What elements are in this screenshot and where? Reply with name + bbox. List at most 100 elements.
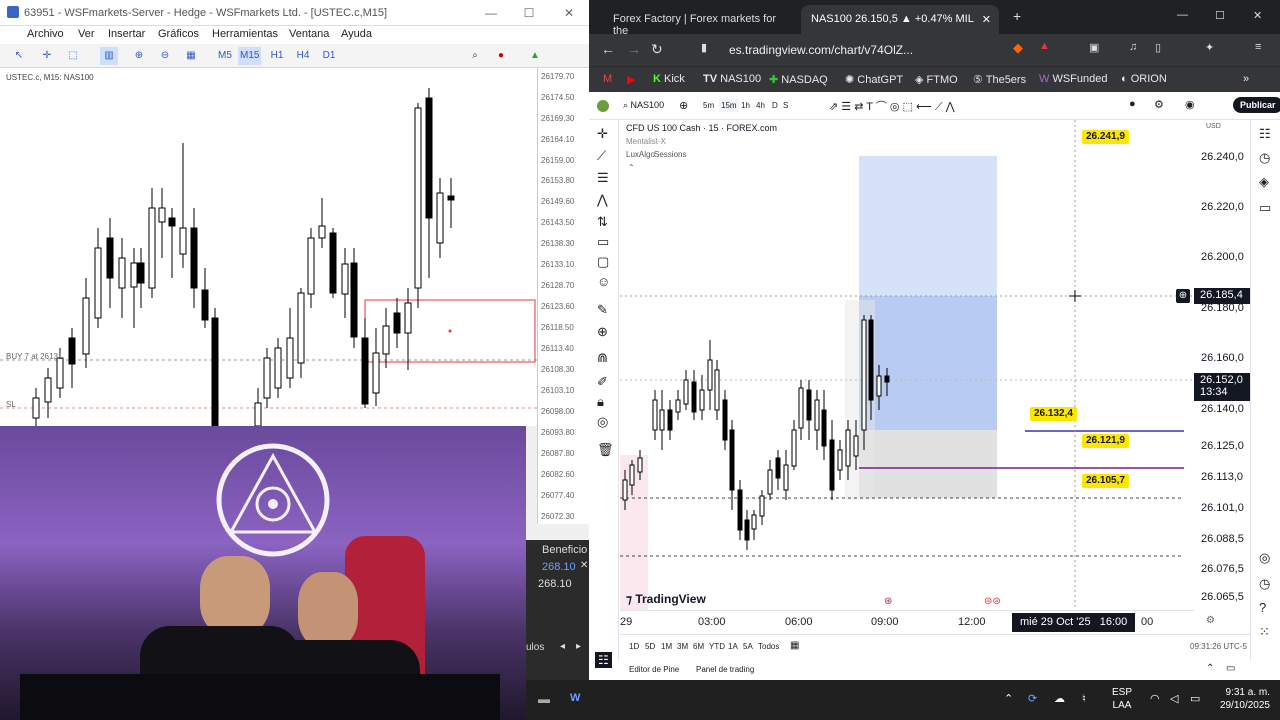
text-tool-icon[interactable]: ▢ xyxy=(597,254,609,270)
interval-1h[interactable]: 1h xyxy=(741,101,750,110)
clock-utc[interactable]: 09:31:26 UTC-5 xyxy=(1190,642,1247,651)
minimize-button[interactable]: — xyxy=(482,4,500,22)
menu-archivo[interactable]: Archivo xyxy=(27,28,64,40)
alerts-clock-icon[interactable]: ◷ xyxy=(1259,150,1270,166)
grid-icon[interactable]: ▦ xyxy=(182,47,200,65)
wsf-app-icon[interactable]: W xyxy=(570,692,580,704)
rewards-icon[interactable]: ▲ xyxy=(1039,40,1050,52)
tf-m15[interactable]: M15 xyxy=(238,47,262,65)
pine-editor-tab[interactable]: Editor de Pine xyxy=(629,665,679,674)
maximize-button[interactable]: ☐ xyxy=(520,4,538,22)
currency-label[interactable]: USD xyxy=(1206,123,1221,130)
tv-chart[interactable]: CFD US 100 Cash · 15 · FOREX.com Mentali… xyxy=(620,120,1194,610)
label-entry[interactable]: 26.132,4 xyxy=(1030,407,1077,421)
event-icon[interactable]: ⊛ xyxy=(884,596,892,607)
range-5d[interactable]: 5D xyxy=(645,642,655,651)
layers-icon[interactable]: ◈ xyxy=(1259,174,1269,190)
ruler-tool-icon[interactable]: ✎ xyxy=(597,302,608,318)
position-tool-icon[interactable]: ⇅ xyxy=(597,214,608,230)
bookmark-kick[interactable]: K Kick xyxy=(653,73,685,85)
range-todos[interactable]: Todos xyxy=(758,642,779,651)
pattern-tool-icon[interactable]: ⋀ xyxy=(597,192,608,208)
tray-cloud-icon[interactable]: ☁ xyxy=(1054,692,1065,705)
notifications-icon[interactable]: ● xyxy=(492,47,510,65)
lock-tool-icon[interactable]: 🔒︎ xyxy=(597,394,604,410)
close-position-icon[interactable]: ✕ xyxy=(580,560,588,571)
microphone-icon[interactable]: ♮ xyxy=(1082,692,1086,705)
date-range-icon[interactable]: ▦ xyxy=(790,640,799,651)
range-ytd[interactable]: YTD xyxy=(709,642,725,651)
rectangle-tool-icon[interactable]: ▭ xyxy=(597,234,609,250)
url-field[interactable]: es.tradingview.com/chart/v74OlZ... xyxy=(729,39,969,61)
emoji-tool-icon[interactable]: ☺ xyxy=(597,274,610,289)
algo-trading-icon[interactable]: ▲ xyxy=(526,47,544,65)
menu-graficos[interactable]: Gráficos xyxy=(158,28,199,40)
tab-tradingview[interactable]: NAS100 26.150,5 ▲ +0.47% MIL ✕ xyxy=(801,5,999,34)
maximize-button[interactable]: ☐ xyxy=(1215,9,1225,22)
bookmark-orion[interactable]: ◐ ORION xyxy=(1121,73,1167,85)
tv-time-axis[interactable]: 29 03:00 06:00 09:00 12:00 00 mié 29 Oct… xyxy=(620,610,1215,634)
range-5a[interactable]: 5A xyxy=(743,642,753,651)
youtube-icon[interactable]: ▶ xyxy=(627,73,635,86)
menu-herramientas[interactable]: Herramientas xyxy=(212,28,278,40)
add-alert-icon[interactable]: ⊕ xyxy=(1176,289,1190,303)
user-avatar[interactable] xyxy=(597,100,609,112)
range-1m[interactable]: 1M xyxy=(661,642,672,651)
interval-s[interactable]: S xyxy=(783,101,788,110)
interval-15m[interactable]: 15m xyxy=(719,99,739,112)
tf-h1[interactable]: H1 xyxy=(268,47,286,65)
crosshair-tool-icon[interactable]: ✛ xyxy=(597,126,608,142)
menu-ver[interactable]: Ver xyxy=(78,28,95,40)
sidebar-icon[interactable]: ▯ xyxy=(1155,41,1161,54)
apps-grid-icon[interactable]: ⁙ xyxy=(1259,624,1270,640)
zoom-box-icon[interactable]: ⬚ xyxy=(64,47,82,65)
search-icon[interactable]: ⌕ xyxy=(466,47,484,65)
bookmark-ftmo[interactable]: ◈ FTMO xyxy=(915,73,958,86)
signals-icon[interactable]: ◎ xyxy=(1259,550,1270,566)
magnet-tool-icon[interactable]: ⋒ xyxy=(597,350,608,366)
range-1a[interactable]: 1A xyxy=(728,642,738,651)
settings-icon[interactable]: ⚙ xyxy=(1154,98,1164,111)
bookmark-nas100[interactable]: TV NAS100 xyxy=(703,73,761,85)
tray-expand-icon[interactable]: ⌃ xyxy=(1004,692,1013,705)
back-icon[interactable]: ← xyxy=(601,41,615,57)
economic-events-icon[interactable]: ⊜⊜ xyxy=(984,596,1001,607)
bookmark-wsfunded[interactable]: W WSFunded xyxy=(1039,73,1107,85)
range-3m[interactable]: 3M xyxy=(677,642,688,651)
tv-price-axis[interactable]: USD 26.240,0 26.220,0 26.200,0 26.180,0 … xyxy=(1176,120,1250,610)
bookmark-icon[interactable]: ▮ xyxy=(701,41,707,54)
zoom-in-icon[interactable]: ⊕ xyxy=(130,47,148,65)
menu-icon[interactable]: ≡ xyxy=(1255,41,1261,53)
bookmark-nasdaq[interactable]: ✚ NASDAQ xyxy=(769,73,828,86)
close-button[interactable]: ✕ xyxy=(560,4,578,22)
add-symbol-icon[interactable]: ⊕ xyxy=(679,99,688,112)
publish-button[interactable]: Publicar xyxy=(1233,97,1280,113)
scroll-left-icon[interactable]: ◂ xyxy=(560,641,565,652)
tf-h4[interactable]: H4 xyxy=(294,47,312,65)
zoom-out-icon[interactable]: ⊖ xyxy=(156,47,174,65)
fib-tool-icon[interactable]: ☰ xyxy=(597,170,609,186)
range-1d[interactable]: 1D xyxy=(629,642,639,651)
drawing-toolbar-icons[interactable]: ⇗ ☰ ⇄ T ⌒ ◎ ⬚ ⟵ ⟋ ⋀ xyxy=(829,98,955,114)
bookmark-the5ers[interactable]: ⑤ The5ers xyxy=(973,73,1026,86)
battery-icon[interactable]: ▭ xyxy=(1190,692,1200,705)
watchlist-icon[interactable]: ☷ xyxy=(1259,126,1271,142)
app-icon[interactable]: ▬ xyxy=(538,692,550,706)
bottom-tab[interactable]: ulos xyxy=(526,642,544,653)
volume-icon[interactable]: ◁ xyxy=(1170,692,1178,705)
leo-icon[interactable]: ✦ xyxy=(1205,41,1214,54)
trading-panel-tab[interactable]: Panel de trading xyxy=(696,665,754,674)
eye-tool-icon[interactable]: ◎ xyxy=(597,414,608,430)
tf-d1[interactable]: D1 xyxy=(320,47,338,65)
cursor-icon[interactable]: ↖ xyxy=(10,47,28,65)
interval-4h[interactable]: 4h xyxy=(756,101,765,110)
wifi-icon[interactable]: ◠ xyxy=(1150,692,1160,705)
clock[interactable]: 9:31 a. m. 29/10/2025 xyxy=(1210,686,1270,712)
menu-ventana[interactable]: Ventana xyxy=(289,28,329,40)
forward-icon[interactable]: → xyxy=(627,41,641,57)
gmail-icon[interactable]: M xyxy=(603,73,612,85)
range-6m[interactable]: 6M xyxy=(693,642,704,651)
chart-type-icon[interactable]: ▥ xyxy=(100,47,118,65)
alert-icon[interactable]: ● xyxy=(1129,98,1136,110)
label-mid[interactable]: 26.121,9 xyxy=(1082,434,1129,448)
